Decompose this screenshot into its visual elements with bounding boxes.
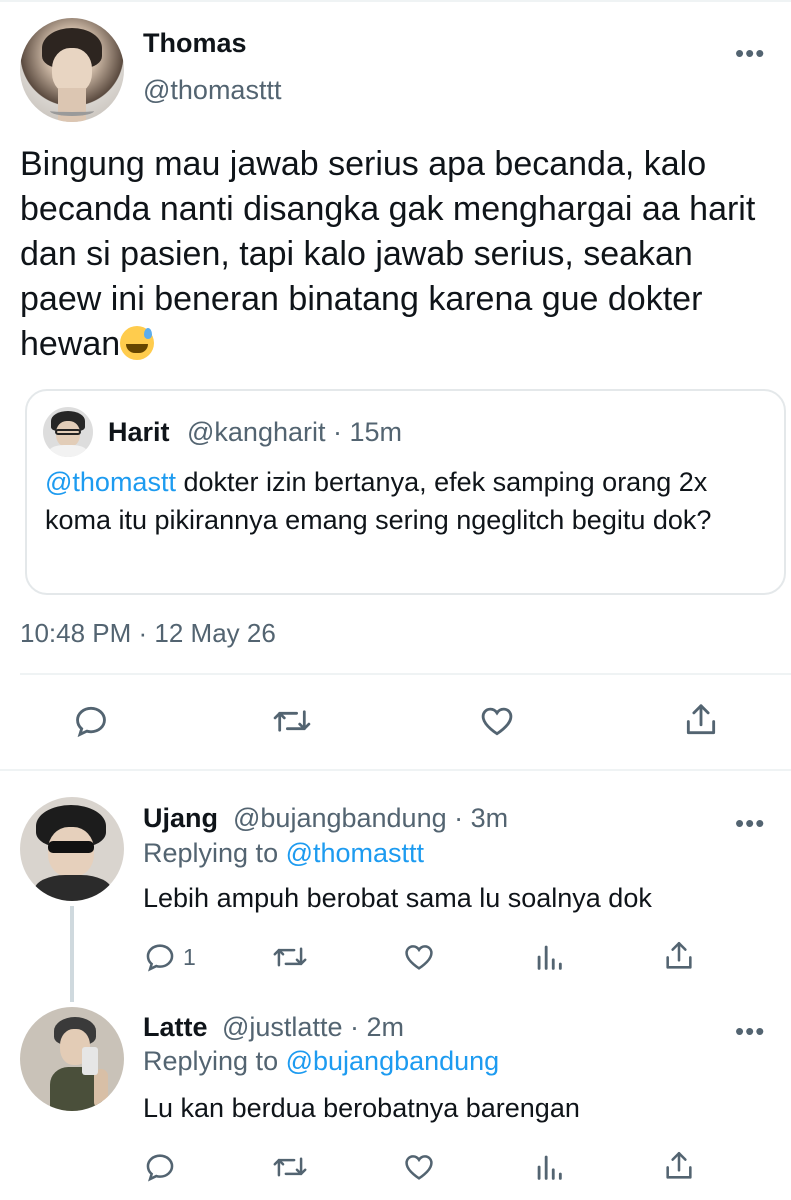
analytics-button[interactable]: [534, 1150, 564, 1184]
reply-author-meta[interactable]: @bujangbandung · 3m: [233, 803, 508, 834]
like-icon: [405, 1155, 433, 1180]
more-options-icon[interactable]: •••: [735, 40, 765, 66]
reply-author-name[interactable]: Ujang: [143, 803, 218, 834]
replying-to: Replying to @bujangbandung: [143, 1046, 499, 1077]
reply-author-meta[interactable]: @justlatte · 2m: [222, 1012, 404, 1043]
reply-text: Lu kan berdua berobatnya barengan: [143, 1093, 580, 1123]
share-button[interactable]: [682, 700, 720, 740]
reply-button[interactable]: 1: [143, 940, 196, 974]
avatar: [43, 407, 93, 457]
reply-text: Lebih ampuh berobat sama lu soalnya dok: [143, 883, 652, 913]
divider: [20, 673, 791, 675]
reply-button[interactable]: [72, 702, 110, 740]
author-handle[interactable]: @thomasttt: [143, 75, 281, 106]
like-button[interactable]: [401, 1150, 437, 1184]
more-options-icon[interactable]: •••: [735, 1018, 765, 1044]
quoted-tweet-text: @thomastt dokter izin bertanya, efek sam…: [45, 463, 765, 539]
quoted-tweet[interactable]: Harit @kangharit · 15m @thomastt dokter …: [25, 389, 786, 595]
like-icon: [481, 707, 513, 736]
more-options-icon[interactable]: •••: [735, 810, 765, 836]
retweet-button[interactable]: [272, 702, 312, 740]
analytics-icon: [537, 945, 562, 970]
analytics-icon: [537, 1155, 562, 1180]
quoted-author-name: Harit: [108, 417, 170, 447]
retweet-button[interactable]: [272, 1150, 308, 1184]
tweet-text: Bingung mau jawab serius apa becanda, ka…: [20, 142, 780, 367]
quoted-author-meta: @kangharit · 15m: [187, 417, 402, 447]
avatar[interactable]: [20, 1007, 124, 1111]
retweet-icon: [273, 1157, 307, 1177]
mention-link[interactable]: @thomastt: [45, 467, 176, 497]
author-name[interactable]: Thomas: [143, 28, 247, 59]
like-button[interactable]: [401, 940, 437, 974]
replying-to-label: Replying to: [143, 838, 286, 868]
divider: [0, 769, 791, 771]
share-button[interactable]: [662, 938, 696, 974]
mention-link[interactable]: @thomasttt: [286, 838, 424, 868]
replying-to: Replying to @thomasttt: [143, 838, 424, 869]
like-icon: [405, 945, 433, 970]
retweet-icon: [273, 947, 307, 967]
replying-to-label: Replying to: [143, 1046, 286, 1076]
reply-author-name[interactable]: Latte: [143, 1012, 208, 1043]
reply-icon: [76, 706, 106, 738]
share-icon: [666, 1151, 692, 1179]
reply-button[interactable]: [143, 1150, 177, 1184]
share-icon: [686, 704, 716, 735]
reply-icon: [146, 944, 174, 972]
avatar[interactable]: [20, 18, 124, 122]
share-button[interactable]: [662, 1148, 696, 1184]
avatar[interactable]: [20, 797, 124, 901]
retweet-button[interactable]: [272, 940, 308, 974]
analytics-button[interactable]: [534, 940, 564, 974]
retweet-icon: [273, 710, 311, 732]
mention-link[interactable]: @bujangbandung: [286, 1046, 500, 1076]
reply-count: 1: [183, 943, 196, 970]
thread-line: [70, 906, 74, 1002]
top-divider: [0, 0, 791, 2]
tweet-timestamp[interactable]: 10:48 PM · 12 May 26: [20, 618, 276, 649]
share-icon: [666, 941, 692, 969]
like-button[interactable]: [477, 702, 517, 740]
grinning-sweat-emoji-icon: [120, 326, 155, 360]
reply-icon: [146, 1154, 174, 1182]
